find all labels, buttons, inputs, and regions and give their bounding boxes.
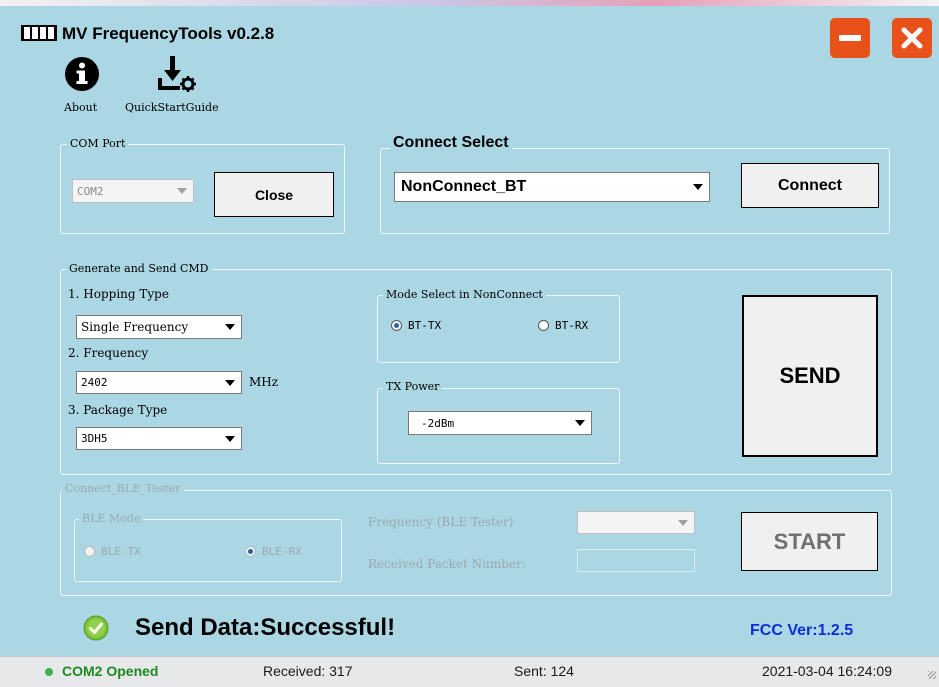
- received-packet-field[interactable]: [577, 549, 695, 572]
- resize-grip-icon[interactable]: [928, 671, 936, 679]
- ble-tx-label: BLE-TX: [101, 545, 141, 558]
- status-dot-icon: [45, 668, 53, 676]
- chevron-down-icon: [225, 324, 235, 330]
- close-port-button[interactable]: Close: [214, 172, 334, 217]
- mode-bt-rx-radio[interactable]: BT-RX: [538, 319, 588, 332]
- frequency-select[interactable]: 2402: [76, 371, 242, 394]
- connect-mode-value: NonConnect_BT: [401, 178, 527, 195]
- about-button[interactable]: [64, 56, 100, 96]
- mode-select-legend: Mode Select in NonConnect: [383, 288, 546, 301]
- ble-rx-label: BLE-RX: [262, 545, 302, 558]
- start-button[interactable]: START: [741, 512, 878, 571]
- mode-bt-tx-label: BT-TX: [408, 319, 442, 332]
- status-datetime: 2021-03-04 16:24:09: [762, 663, 892, 679]
- app-window: MV FrequencyTools v0.2.8 About QuickStar…: [0, 6, 939, 686]
- chevron-down-icon: [678, 519, 688, 526]
- checkmark-circle-icon: [83, 615, 109, 641]
- ble-frequency-label: Frequency (BLE Tester): [368, 515, 514, 529]
- connect-mode-select[interactable]: NonConnect_BT: [394, 172, 710, 202]
- ble-mode-legend: BLE Mode: [79, 512, 144, 525]
- status-received: Received: 317: [263, 663, 353, 679]
- ble-tester-legend: Connect_BLE_Tester: [62, 482, 184, 495]
- com-port-value: COM2: [77, 184, 104, 198]
- tx-power-value: -2dBm: [421, 416, 455, 430]
- about-label[interactable]: About: [64, 101, 97, 114]
- chevron-down-icon: [177, 188, 187, 194]
- package-type-value: 3DH5: [81, 432, 108, 445]
- status-bar: COM2 Opened Received: 317 Sent: 124 2021…: [0, 656, 939, 687]
- window-title: MV FrequencyTools v0.2.8: [62, 24, 275, 43]
- mode-bt-rx-label: BT-RX: [555, 319, 589, 332]
- tx-power-select[interactable]: -2dBm: [408, 411, 592, 435]
- info-circle-icon: [65, 57, 99, 91]
- frequency-unit: MHz: [249, 375, 279, 389]
- ble-tx-radio[interactable]: BLE-TX: [84, 545, 141, 558]
- ble-rx-radio[interactable]: BLE-RX: [245, 545, 302, 558]
- minimize-icon: [839, 35, 861, 41]
- minimize-button[interactable]: [830, 18, 870, 58]
- chevron-down-icon: [693, 184, 703, 190]
- chevron-down-icon: [575, 420, 585, 426]
- com-port-legend: COM Port: [67, 137, 129, 150]
- chevron-down-icon: [225, 435, 235, 442]
- radio-selected-icon: [391, 320, 402, 331]
- package-type-label: 3. Package Type: [68, 403, 168, 417]
- mode-bt-tx-radio[interactable]: BT-TX: [391, 319, 441, 332]
- send-button[interactable]: SEND: [742, 295, 878, 457]
- connect-select-legend: Connect Select: [390, 134, 512, 152]
- app-logo-icon: [21, 25, 57, 41]
- ble-frequency-select[interactable]: [577, 511, 695, 534]
- frequency-value: 2402: [81, 376, 108, 389]
- radio-unselected-icon: [538, 320, 549, 331]
- radio-selected-icon: [245, 546, 256, 557]
- fcc-version: FCC Ver:1.2.5: [750, 622, 854, 639]
- frequency-label: 2. Frequency: [68, 346, 149, 360]
- close-icon: [901, 27, 923, 49]
- tx-power-legend: TX Power: [383, 380, 443, 393]
- status-port: COM2 Opened: [62, 663, 159, 679]
- hopping-type-select[interactable]: Single Frequency: [76, 315, 242, 339]
- quickstart-guide-label[interactable]: QuickStartGuide: [125, 101, 219, 114]
- download-gear-icon: [158, 56, 196, 92]
- com-port-select[interactable]: COM2: [72, 179, 194, 203]
- package-type-select[interactable]: 3DH5: [76, 427, 242, 450]
- generate-send-legend: Generate and Send CMD: [66, 262, 212, 275]
- chevron-down-icon: [225, 379, 235, 386]
- received-packet-label: Received Packet Number:: [368, 557, 526, 571]
- connect-button[interactable]: Connect: [741, 163, 879, 208]
- hopping-type-label: 1. Hopping Type: [68, 287, 169, 301]
- radio-unselected-icon: [84, 546, 95, 557]
- hopping-type-value: Single Frequency: [81, 320, 189, 334]
- send-result-message: Send Data:Successful!: [135, 614, 396, 641]
- quickstart-guide-button[interactable]: [154, 54, 200, 98]
- close-window-button[interactable]: [892, 18, 932, 58]
- status-sent: Sent: 124: [514, 663, 574, 679]
